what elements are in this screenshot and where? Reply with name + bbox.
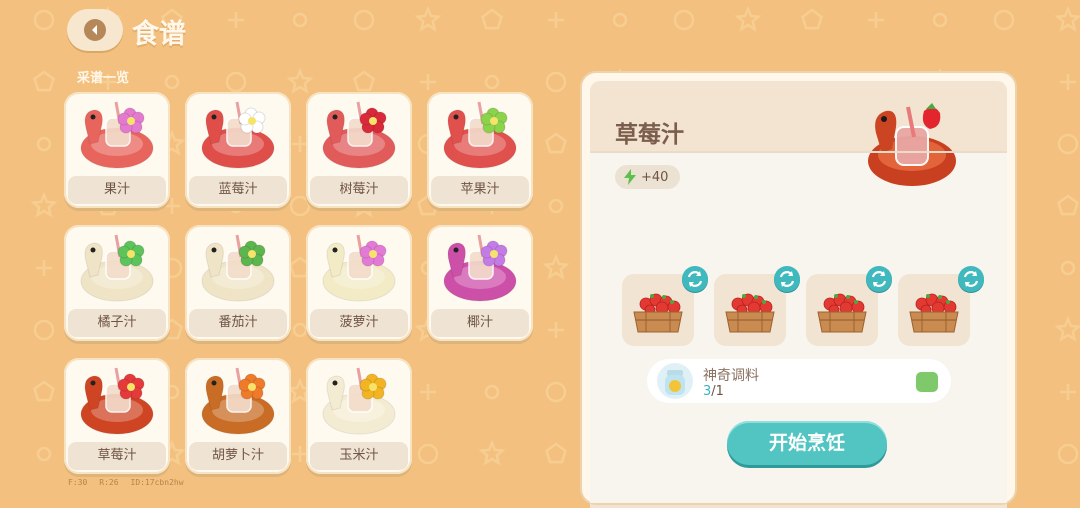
back-button[interactable]: [67, 9, 123, 51]
recipe-card[interactable]: 树莓汁: [306, 92, 412, 208]
juice-float-illustration: [322, 101, 396, 169]
recipe-card[interactable]: 苹果汁: [427, 92, 533, 208]
juice-float-illustration: [80, 234, 154, 302]
juice-float-illustration: [201, 367, 275, 435]
recipe-name: 胡萝卜汁: [189, 442, 287, 470]
seasoning-row[interactable]: 神奇调料 3/1: [647, 359, 951, 403]
chevron-left-icon: [84, 19, 106, 41]
juice-float-illustration: [80, 367, 154, 435]
recipe-name: 果汁: [68, 176, 166, 204]
recipe-card[interactable]: 蓝莓汁: [185, 92, 291, 208]
lightning-icon: [624, 169, 636, 185]
swap-icon[interactable]: [866, 266, 892, 292]
start-cooking-button[interactable]: 开始烹饪: [727, 421, 887, 465]
juice-float-illustration: [443, 234, 517, 302]
swap-icon[interactable]: [682, 266, 708, 292]
swap-icon[interactable]: [774, 266, 800, 292]
seasoning-status-indicator: [916, 372, 938, 392]
energy-value: +40: [641, 169, 669, 185]
recipe-card[interactable]: 橘子汁: [64, 225, 170, 341]
recipe-card[interactable]: 胡萝卜汁: [185, 358, 291, 474]
recipe-name: 草莓汁: [68, 442, 166, 470]
seasoning-count: 3/1: [703, 384, 724, 399]
recipe-card[interactable]: 椰汁: [427, 225, 533, 341]
ingredient-slot[interactable]: [622, 266, 708, 346]
energy-badge: +40: [615, 165, 681, 189]
recipe-card[interactable]: 玉米汁: [306, 358, 412, 474]
juice-float-illustration: [443, 101, 517, 169]
recipe-name: 苹果汁: [431, 176, 529, 204]
juice-float-illustration: [201, 234, 275, 302]
recipe-detail-panel: 草莓汁 +40 神奇调料 3/1 开始烹饪: [582, 73, 1015, 508]
recipe-name: 橘子汁: [68, 309, 166, 337]
recipe-name: 树莓汁: [310, 176, 408, 204]
recipe-card[interactable]: 草莓汁: [64, 358, 170, 474]
recipe-name: 蓝莓汁: [189, 176, 287, 204]
ingredient-slot[interactable]: [898, 266, 984, 346]
juice-float-illustration: [80, 101, 154, 169]
recipe-card[interactable]: 番茄汁: [185, 225, 291, 341]
page-title: 食谱: [132, 19, 186, 50]
strawberry-juice-illustration: [868, 103, 956, 186]
detail-title: 草莓汁: [615, 122, 684, 148]
juice-float-illustration: [201, 101, 275, 169]
section-label: 采谱一览: [77, 71, 130, 86]
recipe-name: 番茄汁: [189, 309, 287, 337]
swap-icon[interactable]: [958, 266, 984, 292]
ingredient-slot[interactable]: [714, 266, 800, 346]
juice-float-illustration: [322, 367, 396, 435]
seasoning-label: 神奇调料: [703, 368, 759, 384]
recipe-name: 菠萝汁: [310, 309, 408, 337]
ingredient-slot[interactable]: [806, 266, 892, 346]
recipe-card[interactable]: 菠萝汁: [306, 225, 412, 341]
recipe-name: 玉米汁: [310, 442, 408, 470]
recipe-name: 椰汁: [431, 309, 529, 337]
juice-float-illustration: [322, 234, 396, 302]
debug-info: F:30 R:26 ID:17cbn2hw: [68, 478, 184, 487]
recipe-card[interactable]: 果汁: [64, 92, 170, 208]
seasoning-jar-icon: [657, 363, 693, 399]
